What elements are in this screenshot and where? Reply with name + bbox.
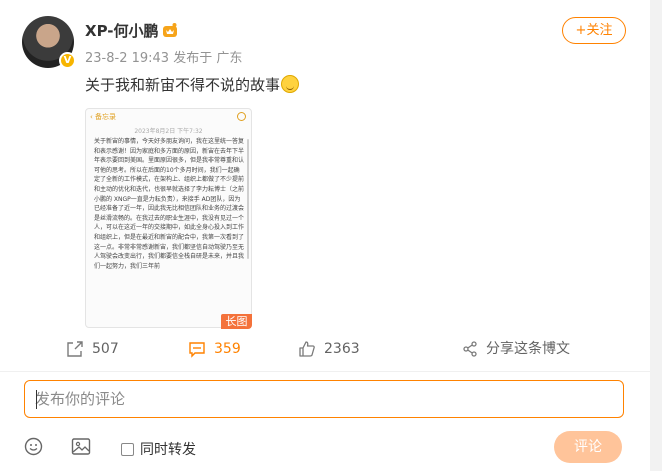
memo-topbar: ‹ 备忘录 [86,109,251,127]
repost-label: 同时转发 [140,442,196,458]
memo-back-label: ‹ 备忘录 [90,113,117,121]
comment-count: 359 [214,341,241,357]
like-button[interactable]: 2363 [298,339,360,359]
memo-body: 关于新宙的事情，今天好多朋友询问，我在这里统一答复和表示感谢！因为家庭和多方面的… [94,138,245,270]
like-count: 2363 [324,341,360,357]
post-text: 关于我和新宙不得不说的故事 [85,74,300,95]
repost-checkbox[interactable]: 同时转发 [121,439,196,459]
username[interactable]: XP-何小鹏 [85,20,159,41]
share-network-icon [463,341,477,357]
comment-button[interactable]: 359 [188,339,241,359]
follow-button[interactable]: +关注 [562,17,626,44]
weibo-card: V XP-何小鹏 23-8-2 19:43 发布于 广东 +关注 关于我和新宙不… [0,0,650,471]
checkbox-icon [121,442,134,456]
verified-badge-icon: V [59,52,76,69]
share-weibo-button[interactable]: 分享这条博文 [462,339,570,359]
memo-scrollbar [247,139,249,259]
vip-crown-icon [162,22,178,38]
share-count: 507 [92,341,119,357]
divider [0,371,650,372]
page-scrollbar[interactable] [650,0,662,471]
emoji-icon [24,437,43,456]
submit-comment-button[interactable]: 评论 [554,431,622,463]
comment-input[interactable] [25,381,623,417]
image-upload-button[interactable] [71,437,91,457]
thumbs-up-icon [299,341,315,357]
memo-date: 2023年8月2日 下午7:32 [134,128,203,135]
image-icon [71,438,91,455]
post-text-content: 关于我和新宙不得不说的故事 [85,76,281,94]
comment-input-box[interactable] [24,380,624,418]
comment-icon [189,342,205,358]
long-image-tag: 长图 [221,314,252,329]
emoji-button[interactable] [24,437,43,457]
post-meta: 23-8-2 19:43 发布于 广东 [85,51,243,66]
text-caret [36,390,37,409]
share-button[interactable]: 507 [66,339,119,359]
share-icon [67,341,83,357]
memo-more-icon [237,112,246,121]
smile-emoji-icon [281,75,300,93]
share-weibo-label: 分享这条博文 [486,341,570,357]
post-image[interactable]: ‹ 备忘录 2023年8月2日 下午7:32 关于新宙的事情，今天好多朋友询问，… [85,108,252,328]
